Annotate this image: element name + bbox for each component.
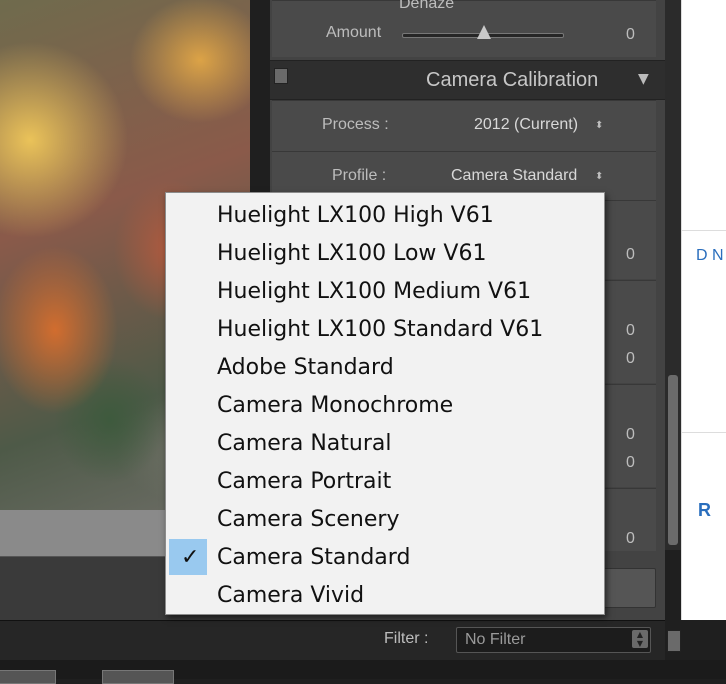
menu-item[interactable]: Camera Monochrome	[166, 386, 604, 424]
dehaze-label: Dehaze	[399, 0, 455, 12]
menu-item[interactable]: Adobe Standard	[166, 348, 604, 386]
menu-item[interactable]: Camera Portrait	[166, 462, 604, 500]
panel-scrollbar[interactable]	[665, 0, 681, 550]
section-title: Camera Calibration	[426, 69, 599, 91]
panel-scroll-thumb[interactable]	[668, 375, 678, 545]
green-hue-value[interactable]: 0	[626, 426, 635, 444]
shadows-value[interactable]: 0	[626, 246, 635, 264]
process-row: Process : 2012 (Current) ⬍	[272, 100, 656, 151]
blue-hue-value[interactable]: 0	[626, 530, 635, 548]
menu-item-label: Camera Monochrome	[217, 393, 454, 418]
reset-button[interactable]	[600, 568, 656, 608]
checkmark-icon: ✓	[181, 545, 200, 570]
menu-item[interactable]: Huelight LX100 Standard V61	[166, 310, 604, 348]
background-window-text: D N	[696, 247, 724, 264]
filter-label: Filter :	[384, 630, 429, 647]
red-saturation-value[interactable]: 0	[626, 350, 635, 368]
menu-item-label: Camera Portrait	[217, 469, 392, 494]
filter-select[interactable]: No Filter ▲ ▼	[456, 627, 651, 653]
profile-dropdown-menu: Huelight LX100 High V61 Huelight LX100 Lo…	[165, 192, 605, 615]
filter-stepper-icon[interactable]: ▲ ▼	[632, 630, 648, 648]
menu-item-label: Huelight LX100 Medium V61	[217, 279, 532, 304]
menu-item-label: Huelight LX100 Low V61	[217, 241, 487, 266]
menu-item-label: Huelight LX100 High V61	[217, 203, 494, 228]
amount-value[interactable]: 0	[626, 26, 635, 44]
dehaze-block: Dehaze Amount 0	[272, 0, 656, 57]
menu-item[interactable]: Camera Scenery	[166, 500, 604, 538]
background-window: D N R	[681, 0, 726, 620]
menu-item-label: Adobe Standard	[217, 355, 394, 380]
green-saturation-value[interactable]: 0	[626, 454, 635, 472]
divider	[682, 432, 726, 433]
filter-value: No Filter	[465, 631, 526, 648]
process-select[interactable]: 2012 (Current)	[474, 116, 578, 134]
menu-item[interactable]: Camera Natural	[166, 424, 604, 462]
selected-indicator: ✓	[169, 539, 207, 575]
amount-label: Amount	[326, 24, 382, 41]
menu-item-label: Camera Vivid	[217, 583, 365, 608]
menu-item[interactable]: Huelight LX100 Medium V61	[166, 272, 604, 310]
amount-slider-thumb[interactable]	[477, 25, 491, 39]
process-label: Process :	[322, 116, 389, 133]
collapse-triangle-icon[interactable]: ▼	[638, 71, 649, 87]
menu-item[interactable]: ✓ Camera Standard	[166, 538, 604, 576]
menu-item-label: Huelight LX100 Standard V61	[217, 317, 544, 342]
background-window-link: R	[698, 500, 711, 520]
filmstrip-thumbnail[interactable]	[0, 670, 56, 684]
menu-item[interactable]: Camera Vivid	[166, 576, 604, 614]
section-toggle-switch[interactable]	[274, 68, 288, 84]
menu-item-label: Camera Scenery	[217, 507, 400, 532]
filter-lock-switch[interactable]	[667, 630, 681, 652]
red-hue-value[interactable]: 0	[626, 322, 635, 340]
process-select-arrows-icon[interactable]: ⬍	[595, 120, 603, 131]
divider	[682, 230, 726, 231]
menu-item[interactable]: Huelight LX100 Low V61	[166, 234, 604, 272]
profile-label: Profile :	[332, 167, 387, 184]
camera-calibration-header[interactable]: Camera Calibration ▼	[270, 60, 665, 100]
filmstrip-thumbnail[interactable]	[102, 670, 174, 684]
profile-select[interactable]: Camera Standard	[451, 167, 577, 185]
profile-select-arrows-icon[interactable]: ⬍	[595, 171, 603, 182]
menu-item-label: Camera Natural	[217, 431, 392, 456]
menu-item[interactable]: Huelight LX100 High V61	[166, 196, 604, 234]
menu-item-label: Camera Standard	[217, 545, 411, 570]
